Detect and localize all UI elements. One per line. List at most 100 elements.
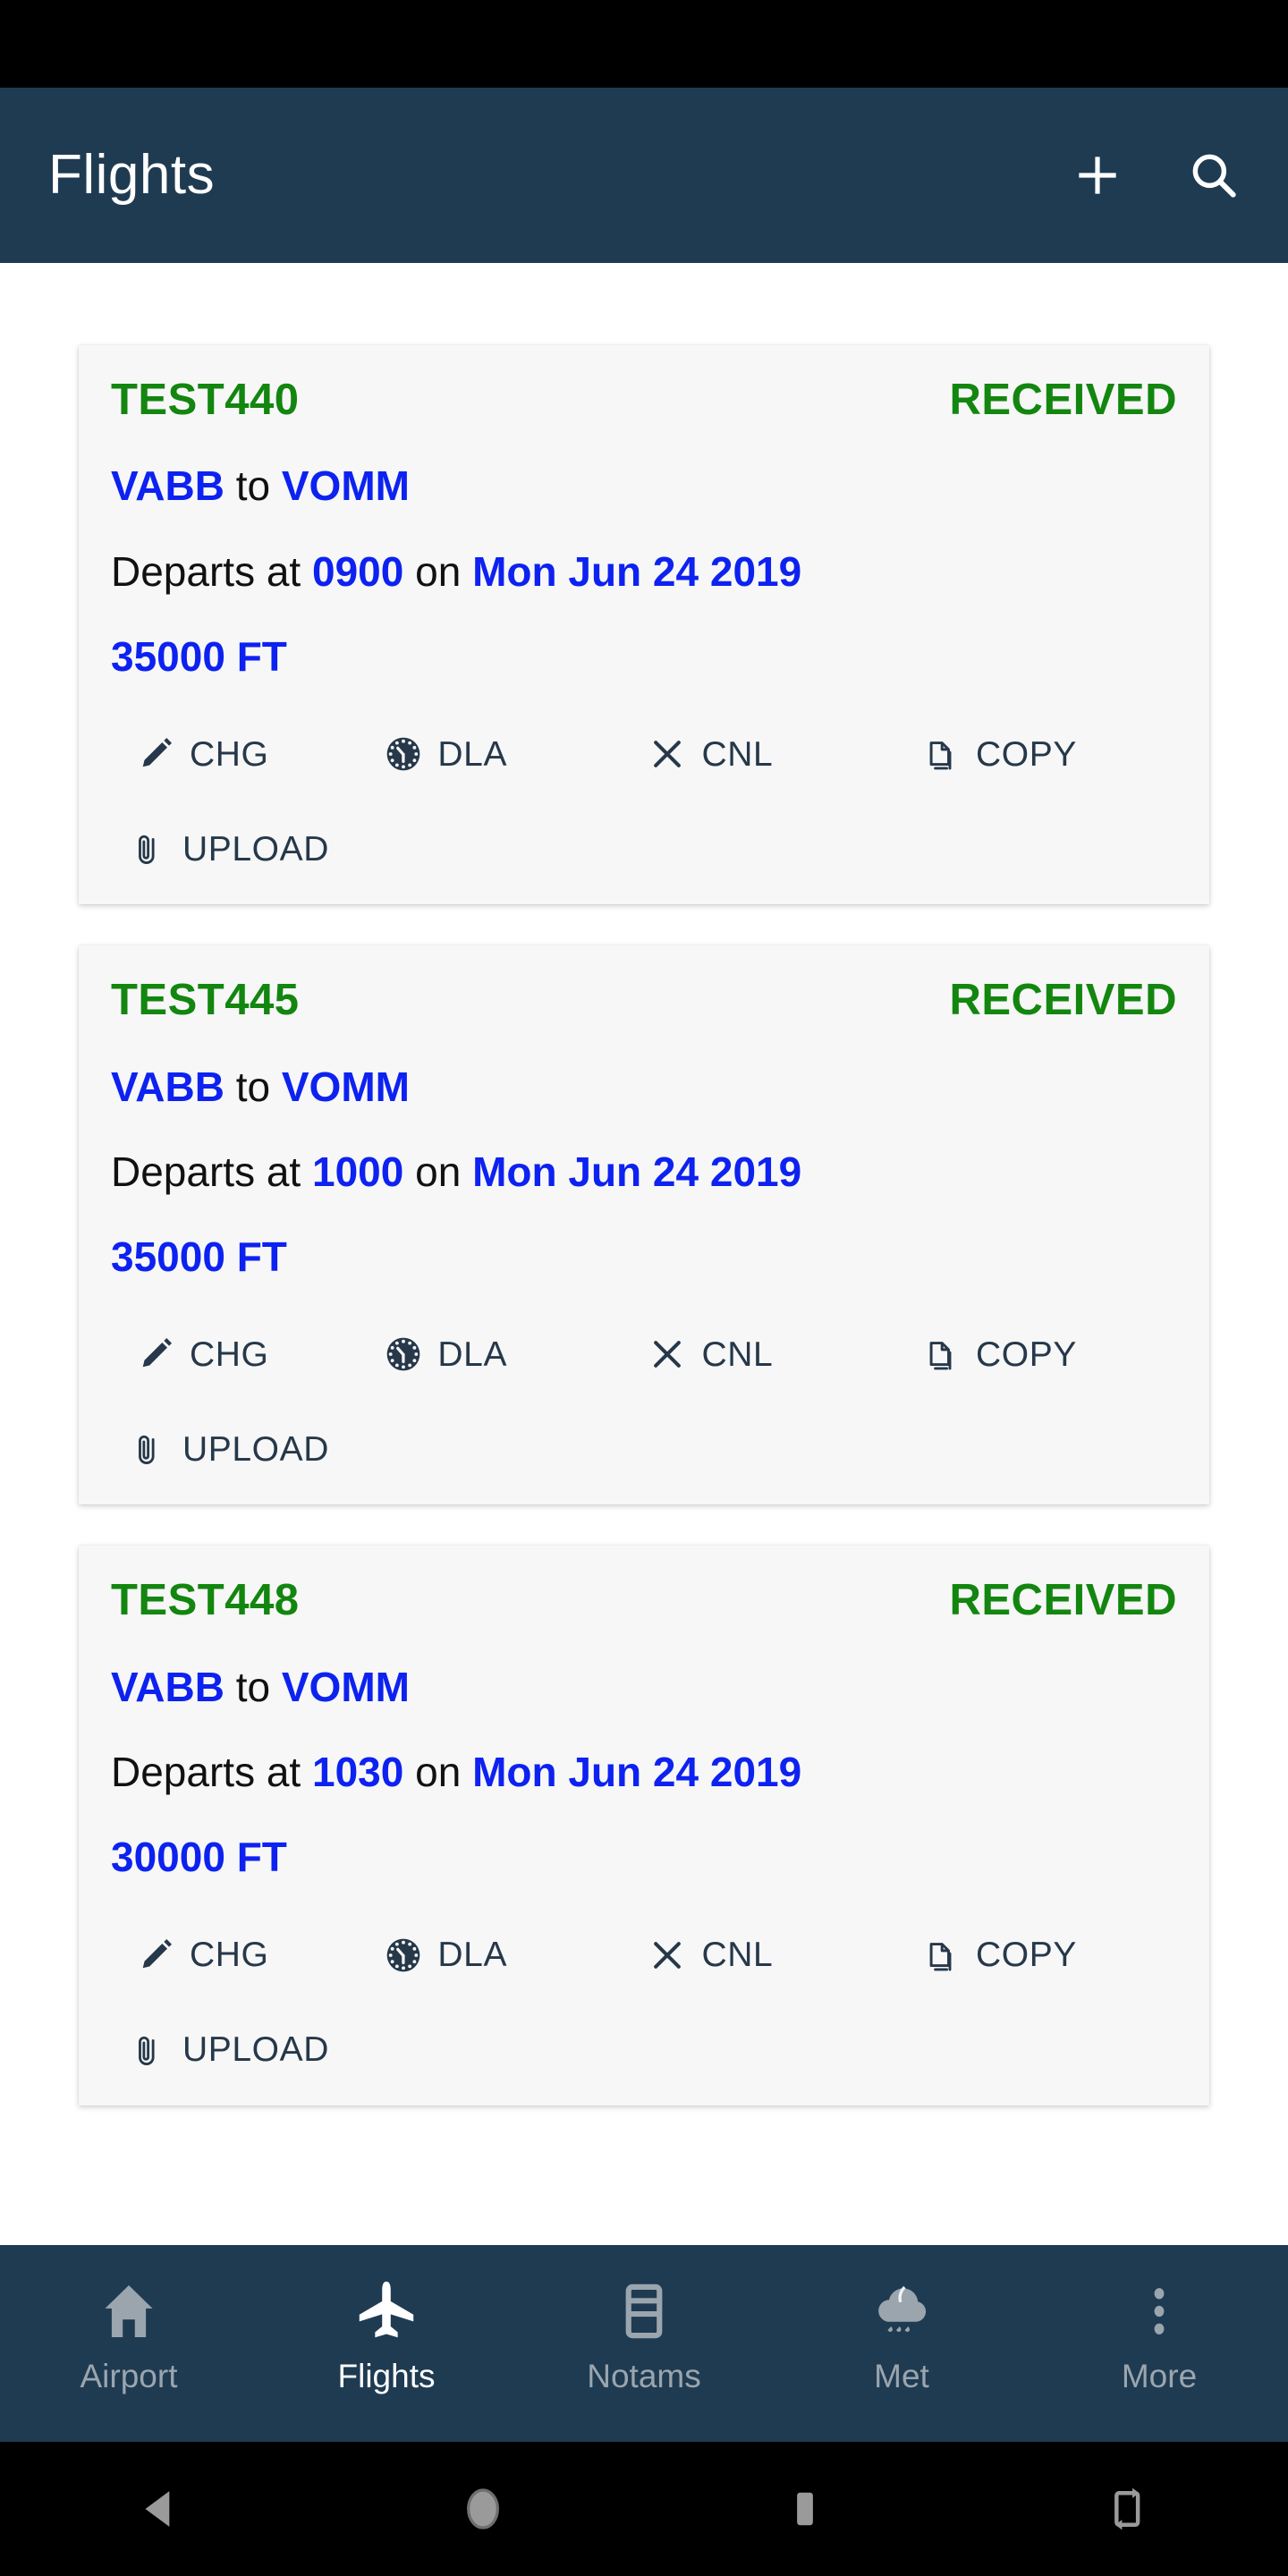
chg-button[interactable]: CHG <box>111 1335 373 1374</box>
flight-actions-row-2: UPLOAD <box>79 1429 1209 1469</box>
route-to-word: to <box>235 462 271 510</box>
nav-item-airport[interactable]: Airport <box>0 2245 258 2393</box>
paperclip-icon <box>129 2030 168 2070</box>
search-icon <box>1186 148 1241 203</box>
flight-route: VABB to VOMM <box>79 463 1209 509</box>
device-screen: Flights TEST440 RECEIVED VABB to VOMM De… <box>0 0 1288 2576</box>
upload-button[interactable]: UPLOAD <box>111 829 329 869</box>
upload-label: UPLOAD <box>182 1429 329 1469</box>
paperclip-icon <box>129 829 168 869</box>
departs-prefix: Departs at <box>111 548 301 596</box>
rotate-button[interactable] <box>966 2484 1288 2534</box>
card-list-icon <box>611 2272 677 2351</box>
search-button[interactable] <box>1175 137 1252 214</box>
flight-card[interactable]: TEST445 RECEIVED VABB to VOMM Departs at… <box>79 945 1209 1505</box>
route-to-word: to <box>235 1663 271 1710</box>
triangle-back-icon <box>136 2484 186 2534</box>
flight-card[interactable]: TEST448 RECEIVED VABB to VOMM Departs at… <box>79 1546 1209 2106</box>
clock-icon <box>384 1335 423 1374</box>
flight-route: VABB to VOMM <box>79 1665 1209 1710</box>
flight-card[interactable]: TEST440 RECEIVED VABB to VOMM Departs at… <box>79 345 1209 905</box>
departure-time: 1000 <box>312 1148 404 1196</box>
nav-item-more[interactable]: More <box>1030 2245 1288 2393</box>
pencil-icon <box>136 1936 175 1975</box>
route-destination: VOMM <box>281 462 410 510</box>
status-badge: RECEIVED <box>949 976 1177 1025</box>
departure-time: 0900 <box>312 548 404 596</box>
upload-button[interactable]: UPLOAD <box>111 2030 329 2070</box>
route-origin: VABB <box>111 1063 225 1110</box>
copy-button[interactable]: COPY <box>915 1335 1177 1374</box>
flight-actions-row-2: UPLOAD <box>79 829 1209 869</box>
app-bar-actions <box>1059 137 1252 214</box>
route-origin: VABB <box>111 462 225 510</box>
flight-actions-row-1: CHG DLA CNL COPY <box>79 1936 1209 1975</box>
route-destination: VOMM <box>281 1063 410 1110</box>
home-icon <box>96 2272 162 2351</box>
dla-button[interactable]: DLA <box>373 734 635 774</box>
on-word: on <box>415 548 462 596</box>
flight-route: VABB to VOMM <box>79 1063 1209 1110</box>
cnl-label: CNL <box>701 734 774 774</box>
dla-button[interactable]: DLA <box>373 1335 635 1374</box>
add-flight-button[interactable] <box>1059 137 1136 214</box>
home-button[interactable] <box>322 2484 644 2534</box>
chg-button[interactable]: CHG <box>111 734 373 774</box>
nav-label-met: Met <box>874 2358 929 2394</box>
on-word: on <box>415 1148 462 1196</box>
departure-line: Departs at 1000 on Mon Jun 24 2019 <box>79 1149 1209 1195</box>
plus-icon <box>1070 148 1125 203</box>
flight-card-header: TEST445 RECEIVED <box>79 976 1209 1025</box>
back-button[interactable] <box>0 2484 322 2534</box>
nav-label-airport: Airport <box>80 2358 178 2394</box>
flights-list[interactable]: TEST440 RECEIVED VABB to VOMM Departs at… <box>0 263 1288 2245</box>
flight-id: TEST445 <box>111 976 300 1025</box>
close-x-icon <box>648 1936 687 1975</box>
departs-prefix: Departs at <box>111 1148 301 1196</box>
recents-button[interactable] <box>644 2484 966 2534</box>
departure-time: 1030 <box>312 1749 404 1796</box>
rotate-screen-icon <box>1102 2484 1152 2534</box>
cnl-button[interactable]: CNL <box>635 734 915 774</box>
copy-icon <box>922 1335 962 1374</box>
app-bar: Flights <box>0 88 1288 263</box>
square-recents-icon <box>780 2484 830 2534</box>
dla-button[interactable]: DLA <box>373 1936 635 1975</box>
chg-label: CHG <box>190 1335 269 1374</box>
nav-label-more: More <box>1121 2358 1198 2394</box>
status-bar <box>0 0 1288 88</box>
flight-id: TEST448 <box>111 1576 300 1625</box>
chg-button[interactable]: CHG <box>111 1936 373 1975</box>
flight-card-header: TEST440 RECEIVED <box>79 377 1209 423</box>
flight-level: 30000 FT <box>111 1834 287 1881</box>
copy-label: COPY <box>976 1335 1077 1374</box>
departure-date: Mon Jun 24 2019 <box>472 1148 802 1196</box>
upload-button[interactable]: UPLOAD <box>111 1429 329 1469</box>
airplane-icon <box>353 2272 419 2351</box>
departure-date: Mon Jun 24 2019 <box>472 1749 802 1796</box>
clock-icon <box>384 734 423 774</box>
upload-label: UPLOAD <box>182 2030 329 2070</box>
cnl-button[interactable]: CNL <box>635 1335 915 1374</box>
nav-item-met[interactable]: Met <box>773 2245 1030 2393</box>
copy-button[interactable]: COPY <box>915 1936 1177 1975</box>
nav-item-notams[interactable]: Notams <box>515 2245 773 2393</box>
status-badge: RECEIVED <box>949 376 1177 424</box>
departure-line: Departs at 1030 on Mon Jun 24 2019 <box>79 1750 1209 1795</box>
upload-label: UPLOAD <box>182 829 329 869</box>
rain-cloud-icon <box>869 2272 935 2351</box>
departure-date: Mon Jun 24 2019 <box>472 548 802 596</box>
copy-button[interactable]: COPY <box>915 734 1177 774</box>
departs-prefix: Departs at <box>111 1749 301 1796</box>
copy-label: COPY <box>976 734 1077 774</box>
close-x-icon <box>648 734 687 774</box>
flight-level: 35000 FT <box>111 632 287 680</box>
departure-line: Departs at 0900 on Mon Jun 24 2019 <box>79 549 1209 595</box>
status-badge: RECEIVED <box>949 1576 1177 1625</box>
flight-level: 35000 FT <box>111 1233 287 1280</box>
chg-label: CHG <box>190 1936 269 1975</box>
cnl-button[interactable]: CNL <box>635 1936 915 1975</box>
nav-item-flights[interactable]: Flights <box>258 2245 515 2393</box>
dla-label: DLA <box>437 734 508 774</box>
flight-card-header: TEST448 RECEIVED <box>79 1576 1209 1625</box>
